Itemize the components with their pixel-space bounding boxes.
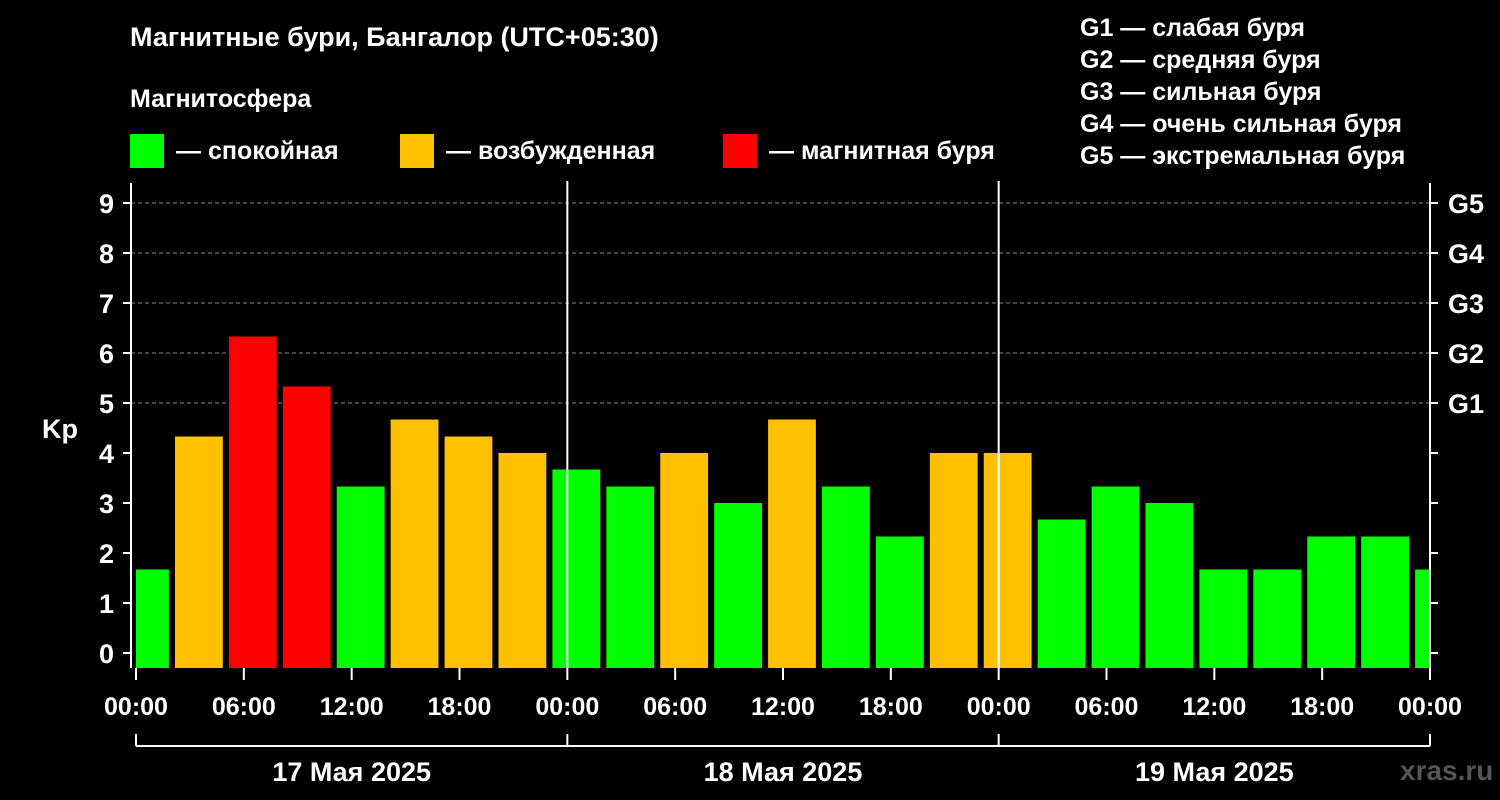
bar-25 [1415, 569, 1430, 668]
bar-13 [768, 419, 816, 668]
bar-20 [1145, 503, 1194, 668]
x-tick-label: 12:00 [751, 693, 815, 721]
x-tick-label: 00:00 [967, 693, 1031, 721]
bar-18 [1037, 519, 1086, 668]
kp-bar-chart: 0 1 2 3 4 5 6 7 8 9 G1 G2 G3 G4 G5 Kp 00:00 06:00 12:00 18:… [42, 181, 1484, 787]
bar-7 [444, 436, 493, 668]
bar-1 [136, 569, 169, 668]
bar-5 [336, 486, 385, 668]
bar-22 [1253, 569, 1302, 668]
bar-2 [174, 436, 223, 668]
x-tick-label: 18:00 [1290, 693, 1354, 721]
x-tick-label: 06:00 [1075, 693, 1139, 721]
x-tick-label: 06:00 [643, 693, 707, 721]
bar-21 [1199, 569, 1248, 668]
g-level-label: G1 [1448, 389, 1484, 419]
x-tick-label: 18:00 [428, 693, 492, 721]
bar-24 [1361, 536, 1409, 668]
bar-8 [498, 453, 547, 668]
x-tick-label: 12:00 [320, 693, 384, 721]
x-tick-label: 00:00 [104, 693, 168, 721]
y-tick-label: 8 [99, 239, 114, 269]
x-tick-label: 18:00 [859, 693, 923, 721]
g-level-label: G5 [1448, 189, 1484, 219]
bar-9 [552, 469, 601, 668]
bar-6 [390, 419, 439, 668]
y-axis-title: Kp [42, 414, 78, 444]
x-tick-label: 00:00 [1398, 693, 1462, 721]
y-tick-label: 0 [99, 639, 114, 669]
bar-23 [1307, 536, 1356, 668]
y-tick-label: 1 [99, 589, 114, 619]
g-level-label: G4 [1448, 239, 1484, 269]
bar-19 [1091, 486, 1140, 668]
x-tick-label: 00:00 [535, 693, 599, 721]
day-label: 18 Мая 2025 [704, 757, 863, 787]
y-tick-label: 3 [99, 489, 114, 519]
day-label: 19 Мая 2025 [1135, 757, 1294, 787]
y-tick-label: 2 [99, 539, 114, 569]
bar-15 [875, 536, 924, 668]
x-tick-label: 12:00 [1182, 693, 1246, 721]
y-tick-label: 9 [99, 189, 114, 219]
bar-17 [983, 453, 1032, 668]
y-tick-label: 4 [99, 439, 114, 469]
y-tick-label: 6 [99, 339, 114, 369]
bar-11 [660, 453, 709, 668]
bar-12 [714, 503, 762, 668]
y-tick-label: 7 [99, 289, 114, 319]
g-level-label: G2 [1448, 339, 1484, 369]
g-level-label: G3 [1448, 289, 1484, 319]
day-label: 17 Мая 2025 [272, 757, 431, 787]
bar-10 [606, 486, 655, 668]
bar-4 [282, 386, 331, 668]
bar-14 [821, 486, 870, 668]
bar-16 [929, 453, 978, 668]
y-tick-label: 5 [99, 389, 114, 419]
bar-3 [228, 336, 277, 668]
x-tick-label: 06:00 [212, 693, 276, 721]
site-watermark: xras.ru [1400, 755, 1494, 786]
